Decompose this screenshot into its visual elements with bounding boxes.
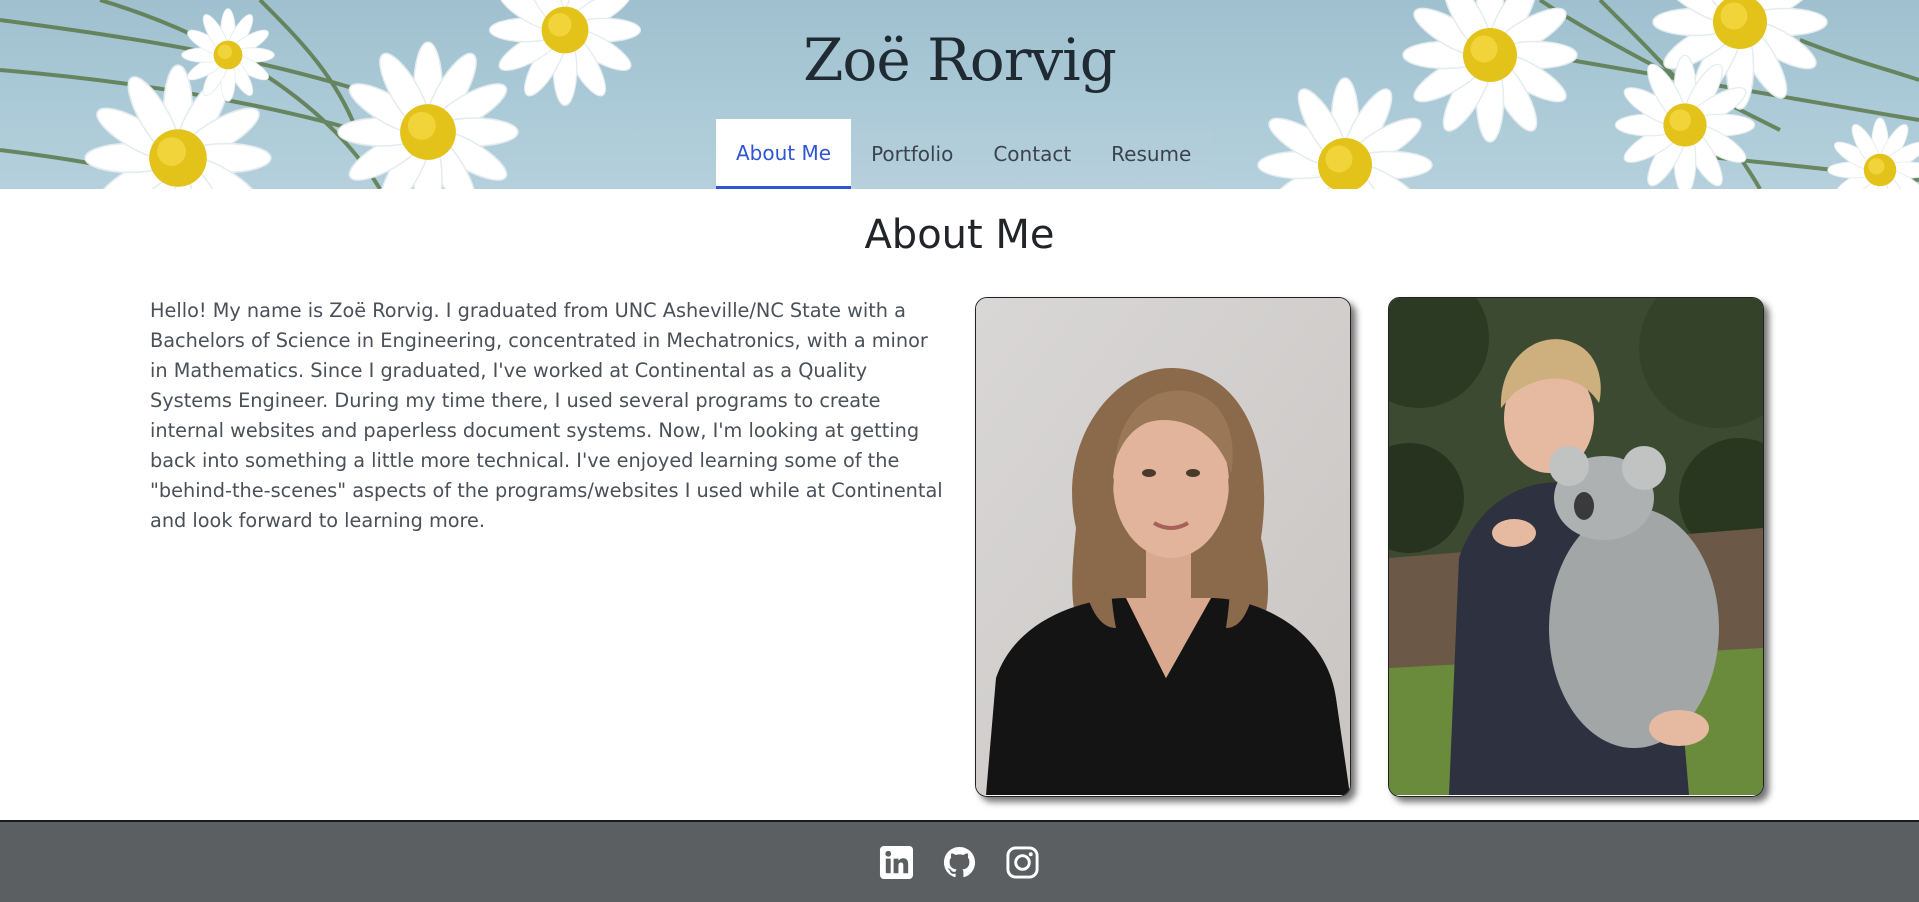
bio-paragraph: Hello! My name is Zoë Rorvig. I graduate… (150, 299, 943, 532)
nav-item-resume[interactable]: Resume (1091, 119, 1211, 189)
main-nav: About Me Portfolio Contact Resume (716, 119, 1211, 189)
footer (0, 820, 1919, 902)
github-icon[interactable] (942, 845, 977, 880)
nav-item-contact[interactable]: Contact (973, 119, 1091, 189)
page-heading: About Me (864, 212, 1055, 258)
portrait-photo (975, 297, 1351, 797)
koala-photo (1388, 297, 1764, 797)
linkedin-icon[interactable] (879, 845, 914, 880)
header-banner: Zoë Rorvig About Me Portfolio Contact Re… (0, 0, 1919, 189)
nav-item-portfolio[interactable]: Portfolio (851, 119, 973, 189)
site-title: Zoë Rorvig (803, 26, 1117, 94)
instagram-icon[interactable] (1005, 845, 1040, 880)
nav-item-about-me[interactable]: About Me (716, 119, 852, 189)
